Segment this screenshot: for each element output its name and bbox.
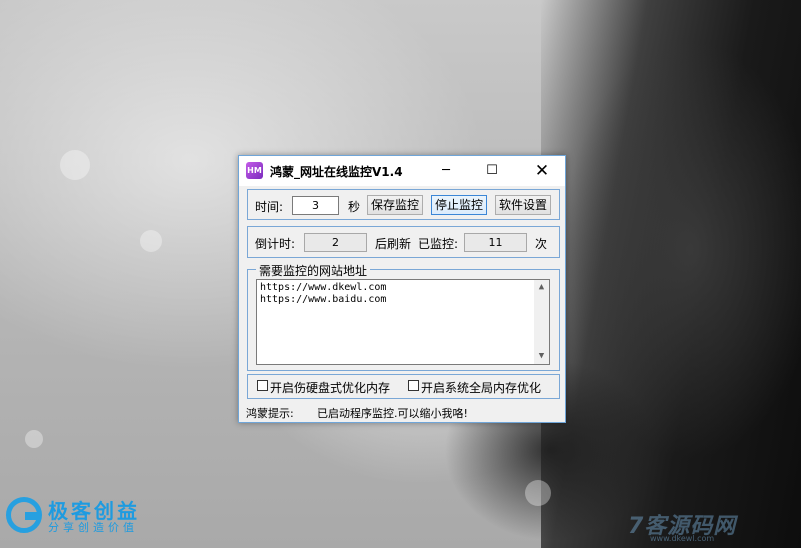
option2-label[interactable]: 开启系统全局内存优化: [421, 379, 541, 396]
settings-button[interactable]: 软件设置: [495, 195, 551, 215]
scroll-up-icon[interactable]: ▲: [534, 280, 549, 295]
url-line: https://www.baidu.com: [260, 294, 387, 305]
interval-label: 时间:: [255, 200, 284, 214]
watermark-right-url: www.dkewl.com: [650, 534, 715, 543]
option2-checkbox[interactable]: [408, 380, 419, 391]
scroll-down-icon[interactable]: ▼: [534, 349, 549, 364]
background-bokeh: [140, 230, 162, 252]
status-label: 鸿蒙提示:: [246, 407, 294, 420]
countdown-field: 2: [304, 233, 367, 252]
window-title: 鸿蒙_网址在线监控V1.4: [270, 165, 403, 179]
interval-group: 时间: 3 秒 保存监控 停止监控 软件设置: [247, 189, 560, 220]
count-unit: 次: [535, 237, 548, 251]
background-bokeh: [525, 480, 551, 506]
url-list-legend: 需要监控的网站地址: [256, 262, 371, 279]
status-message: 已启动程序监控.可以缩小我咯!: [317, 407, 468, 420]
background-bokeh: [25, 430, 43, 448]
countdown-group: 倒计时: 2 后刷新 已监控: 11 次: [247, 226, 560, 258]
background-bokeh: [60, 150, 90, 180]
options-group: 开启伤硬盘式优化内存 开启系统全局内存优化: [247, 374, 560, 399]
watermark-slogan: 分享创造价值: [48, 521, 138, 534]
option1-label[interactable]: 开启伤硬盘式优化内存: [270, 379, 390, 396]
monitored-count-field: 11: [464, 233, 527, 252]
app-logo-icon: HM: [246, 162, 263, 179]
url-textarea[interactable]: https://www.dkewl.com https://www.baidu.…: [256, 279, 550, 365]
close-button[interactable]: ✕: [519, 156, 565, 186]
stop-monitor-button[interactable]: 停止监控: [431, 195, 487, 215]
minimize-button[interactable]: ─: [423, 156, 469, 186]
watermark-logo-icon: [6, 497, 42, 533]
url-line: https://www.dkewl.com: [260, 282, 387, 293]
url-list-group: 需要监控的网站地址 https://www.dkewl.com https://…: [247, 262, 560, 371]
countdown-label: 倒计时:: [255, 237, 296, 251]
app-window: HM 鸿蒙_网址在线监控V1.4 ─ ☐ ✕ 时间: 3 秒 保存监控 停止监控…: [238, 155, 566, 423]
maximize-button[interactable]: ☐: [469, 156, 515, 186]
interval-input[interactable]: 3: [292, 196, 339, 215]
refresh-label: 后刷新: [375, 237, 412, 251]
title-bar[interactable]: HM 鸿蒙_网址在线监控V1.4 ─ ☐ ✕: [239, 156, 565, 186]
option1-checkbox[interactable]: [257, 380, 268, 391]
monitored-label: 已监控:: [418, 237, 459, 251]
url-scrollbar[interactable]: ▲ ▼: [534, 280, 549, 364]
save-monitor-button[interactable]: 保存监控: [367, 195, 423, 215]
interval-unit: 秒: [348, 200, 361, 214]
